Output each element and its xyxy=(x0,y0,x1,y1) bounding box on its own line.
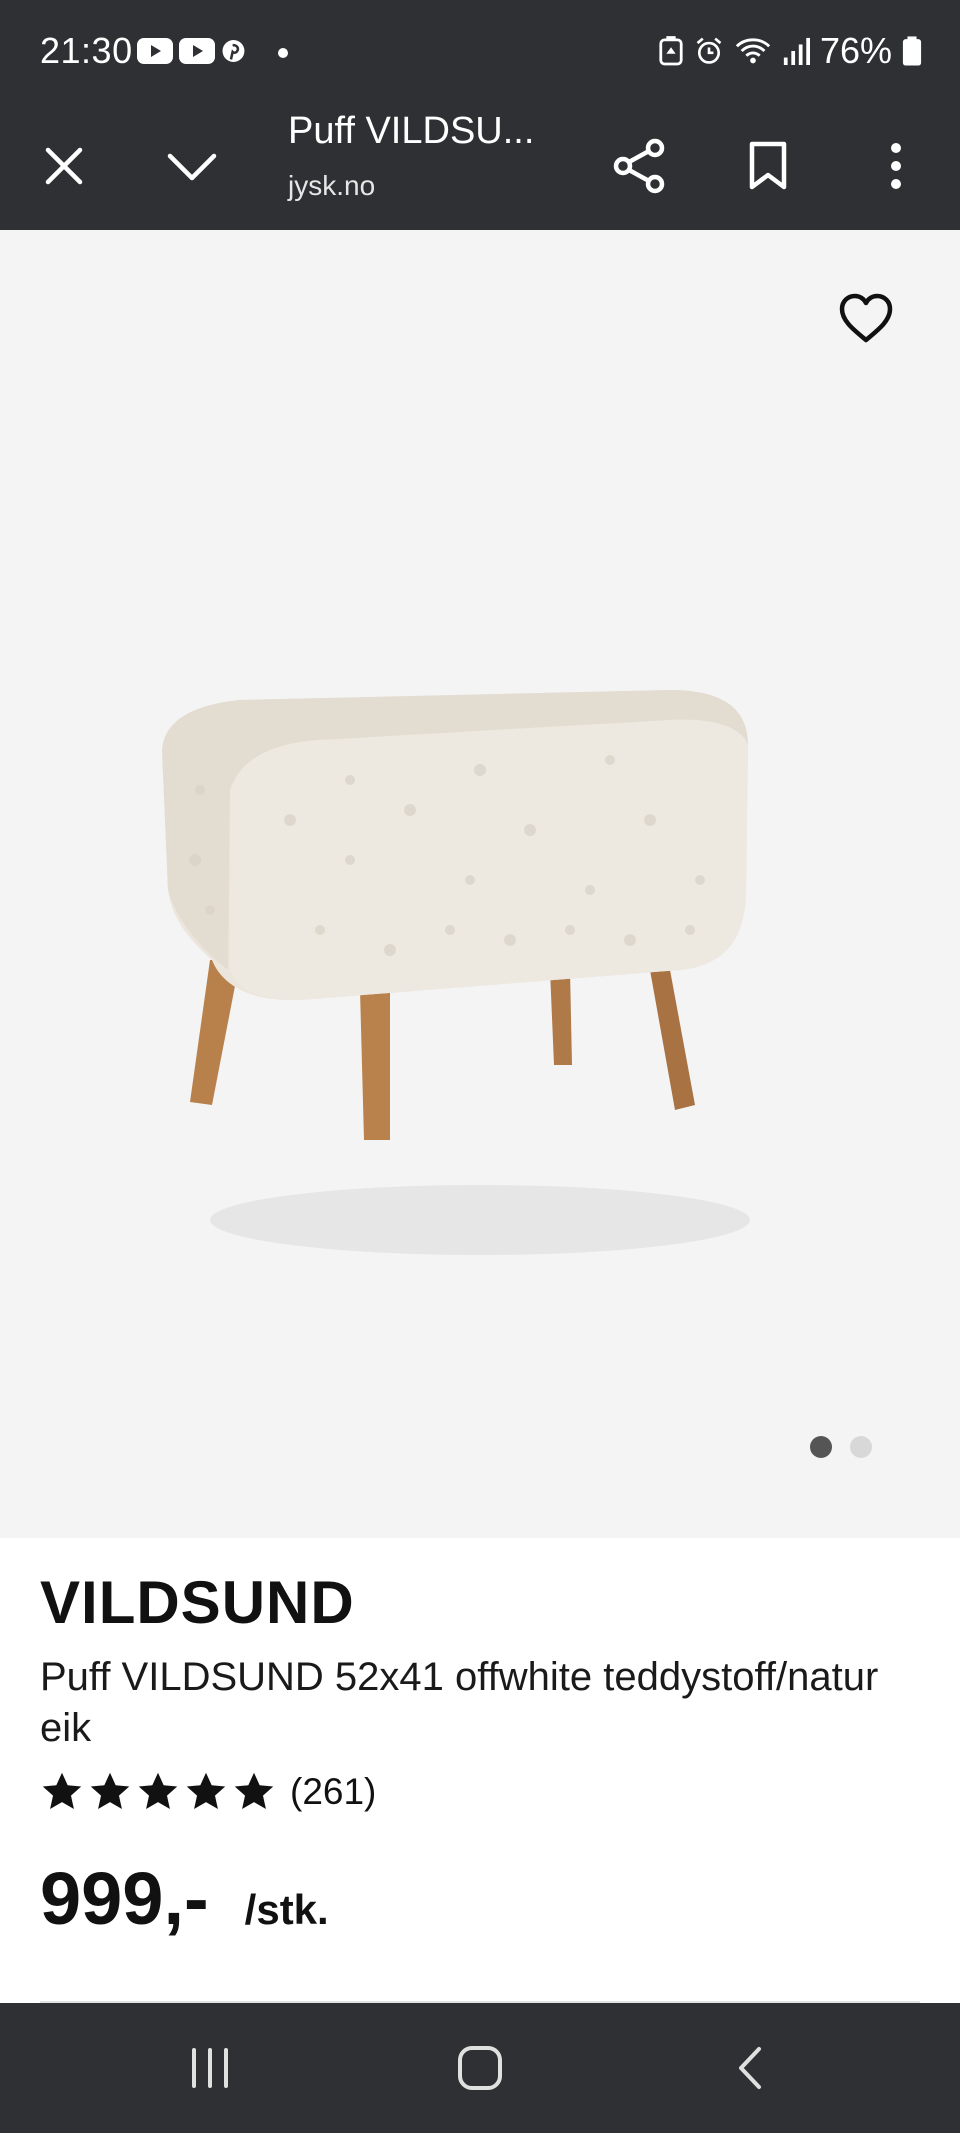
battery-saver-icon xyxy=(659,36,683,66)
minimize-button[interactable] xyxy=(152,126,232,206)
price-row: 999,- /stk. xyxy=(40,1856,329,1941)
share-button[interactable] xyxy=(600,126,680,206)
star-icon xyxy=(90,1772,130,1810)
star-icon xyxy=(42,1772,82,1810)
price-unit: /stk. xyxy=(244,1886,329,1933)
share-icon xyxy=(613,138,665,194)
product-price: 999,- xyxy=(40,1857,209,1940)
page-url: jysk.no xyxy=(288,170,376,201)
recents-button[interactable] xyxy=(160,2028,260,2108)
home-icon xyxy=(458,2046,502,2090)
back-button[interactable] xyxy=(700,2028,800,2108)
product-image[interactable] xyxy=(150,640,790,1340)
star-icon xyxy=(186,1772,226,1810)
bookmark-button[interactable] xyxy=(728,126,808,206)
pagination-dot[interactable] xyxy=(850,1436,872,1458)
chevron-down-icon xyxy=(167,153,217,181)
product-rating[interactable]: (261) xyxy=(40,1770,376,1814)
custom-tab-toolbar: Puff VILDSU... jysk.no xyxy=(0,106,960,230)
page-title: Puff VILDSU... xyxy=(288,110,535,152)
close-icon xyxy=(45,147,83,185)
notification-icons xyxy=(136,36,252,66)
battery-percent: 76% xyxy=(819,30,892,71)
favorite-button[interactable] xyxy=(836,290,896,346)
alarm-icon xyxy=(696,37,722,64)
signal-icon xyxy=(783,37,810,65)
youtube-icon xyxy=(137,38,173,64)
pagination-dot-active[interactable] xyxy=(810,1436,832,1458)
more-vert-icon xyxy=(891,143,901,189)
star-icon xyxy=(138,1772,178,1810)
wifi-icon xyxy=(735,38,771,64)
system-navigation-bar xyxy=(0,2003,960,2133)
star-icon xyxy=(234,1772,274,1810)
bookmark-icon xyxy=(749,141,787,190)
close-button[interactable] xyxy=(24,126,104,206)
back-icon xyxy=(739,2047,761,2089)
pinterest-icon xyxy=(222,40,245,62)
product-brand: VILDSUND xyxy=(40,1569,355,1636)
home-button[interactable] xyxy=(430,2028,530,2108)
recents-icon xyxy=(192,2048,228,2088)
youtube-icon xyxy=(179,38,215,64)
notification-dot xyxy=(278,48,288,58)
product-description: Puff VILDSUND 52x41 offwhite teddystoff/… xyxy=(40,1655,879,1750)
gallery-pagination xyxy=(810,1436,872,1458)
heart-outline-icon xyxy=(839,293,893,343)
status-bar: 21:30 76% xyxy=(0,0,960,106)
rating-stars xyxy=(40,1770,276,1814)
status-time: 21:30 xyxy=(40,30,133,71)
system-status-icons: 76% xyxy=(658,30,922,72)
overflow-menu-button[interactable] xyxy=(856,126,936,206)
product-info: VILDSUND Puff VILDSUND 52x41 offwhite te… xyxy=(0,1538,960,2003)
product-image-gallery[interactable] xyxy=(0,230,960,1538)
review-count[interactable]: (261) xyxy=(290,1771,376,1813)
battery-icon xyxy=(902,36,922,66)
